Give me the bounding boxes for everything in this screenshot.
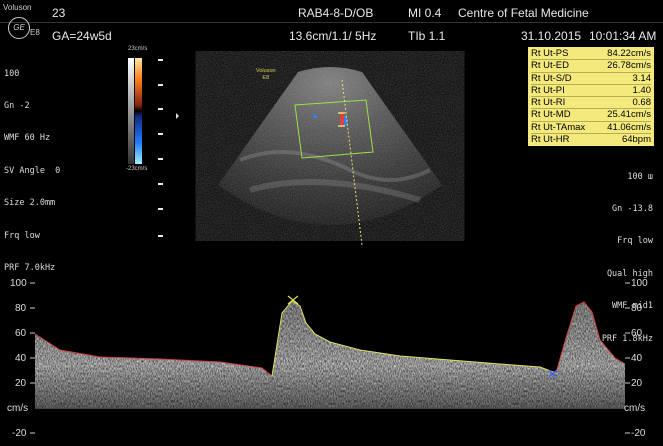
axis-tick-label: 80 — [15, 303, 27, 314]
gestational-age: GA=24w5d — [52, 29, 112, 43]
axis-tick-label: 60 — [631, 328, 643, 339]
flow-red — [340, 112, 344, 126]
axis-unit-label: cm/s — [624, 403, 646, 414]
measurement-row: Rt Ut-MD 25.41cm/s — [531, 109, 651, 122]
depth-tick — [158, 59, 163, 61]
model-name: E8 — [30, 28, 40, 37]
exam-date: 31.10.2015 — [521, 29, 582, 43]
param-line: Frq low — [4, 230, 40, 241]
axis-tick-label: 80 — [631, 303, 643, 314]
axis-tick-label: -20 — [12, 428, 27, 439]
measurement-row: Rt Ut-S/D 3.14 — [531, 72, 651, 85]
image-logo-model: E8 — [262, 75, 270, 81]
axis-unit-label: cm/s — [7, 403, 29, 414]
institution-name: Centre of Fetal Medicine — [458, 6, 589, 20]
param-line: WMF 60 Hz — [4, 133, 51, 144]
param-line: 100 — [4, 68, 20, 79]
measurement-panel: Rt Ut-PS 84.22cm/s Rt Ut-ED 26.78cm/s Rt U… — [528, 47, 654, 147]
doppler-spectrum[interactable] — [0, 268, 663, 446]
measurement-row: Rt Ut-HR 64bpm — [531, 134, 651, 146]
thermal-index: TIb 1.1 — [408, 29, 446, 43]
baseline-marker-icon — [176, 113, 179, 119]
patient-id: 23 — [52, 6, 66, 20]
exam-time: 10:01:34 AM — [589, 29, 657, 43]
flow-blue — [313, 115, 317, 118]
depth-tick — [158, 208, 163, 210]
depth-tick — [158, 108, 163, 110]
ge-logo-icon: GE — [8, 17, 30, 39]
depth-tick — [158, 158, 163, 160]
measurement-row: Rt Ut-ED 26.78cm/s — [531, 60, 651, 73]
depth-info: 13.6cm/1.1/ 5Hz — [289, 29, 377, 43]
depth-tick — [158, 133, 163, 135]
axis-tick-label: 20 — [15, 378, 27, 389]
depth-tick — [158, 84, 163, 86]
axis-tick-label: 40 — [631, 353, 643, 364]
axis-tick-label: 100 — [10, 278, 27, 289]
measurement-row: Rt Ut-PI 1.40 — [531, 84, 651, 98]
color-velocity-bar — [128, 58, 142, 164]
depth-tick — [158, 235, 163, 237]
param-line: 100 ш — [627, 171, 653, 182]
param-line: Gn -13.8 — [612, 203, 653, 214]
axis-tick-label: 40 — [15, 353, 27, 364]
param-line: Size 2.0mm — [4, 198, 56, 209]
param-line: Frq low — [617, 236, 653, 247]
acquisition-params: 100 Gn -2 WMF 60 Hz SV Angle 0 Size 2.0m… — [4, 47, 60, 285]
param-line: SV Angle 0 — [4, 165, 61, 176]
measurement-row: Rt Ut-TAmax 41.06cm/s — [531, 121, 651, 135]
mechanical-index: MI 0.4 — [408, 6, 442, 20]
header-divider — [0, 22, 663, 23]
axis-tick-label: -20 — [631, 428, 646, 439]
brand-name: Voluson — [3, 3, 32, 12]
measurement-row: Rt Ut-PS 84.22cm/s — [531, 48, 651, 61]
color-bar-top-label: 23cm/s — [128, 46, 148, 52]
image-logo-brand: Voluson — [256, 68, 276, 74]
param-line: Gn -2 — [4, 100, 30, 111]
color-bar-bottom-label: -23cm/s — [126, 166, 148, 172]
measurement-row: Rt Ut-RI 0.68 — [531, 97, 651, 110]
axis-tick-label: 60 — [15, 328, 27, 339]
bmode-image[interactable] — [180, 50, 480, 260]
probe-mode: RAB4-8-D/OB — [298, 6, 374, 20]
image-logo: Voluson E8 — [256, 68, 276, 82]
depth-tick — [158, 183, 163, 185]
axis-tick-label: 20 — [631, 378, 643, 389]
axis-tick-label: 100 — [631, 278, 648, 289]
